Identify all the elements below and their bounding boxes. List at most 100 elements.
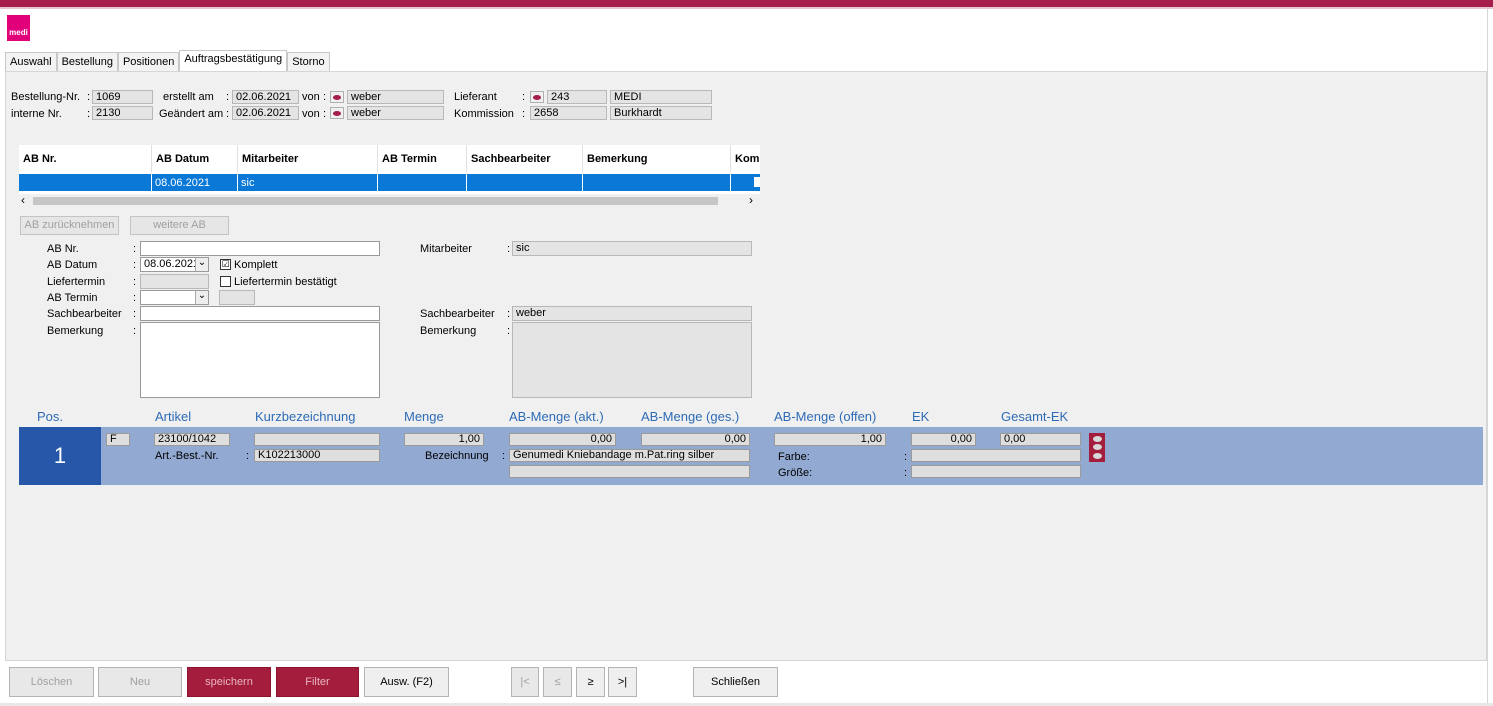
tab-bar: Auswahl Bestellung Positionen Auftragsbe… — [5, 50, 330, 71]
colon: : — [507, 243, 511, 255]
colon: : — [502, 450, 506, 462]
loeschen-button[interactable]: Löschen — [9, 667, 94, 697]
speichern-button[interactable]: speichern — [187, 667, 271, 697]
farbe-label: Farbe: — [778, 451, 810, 463]
colon: : — [904, 467, 908, 479]
ab-termin-extra-field — [219, 290, 255, 305]
position-row[interactable] — [19, 427, 1483, 485]
ab-datum-label: AB Datum — [47, 259, 98, 271]
ab-menge-offen-field: 1,00 — [774, 433, 886, 446]
art-best-nr-label: Art.-Best.-Nr. — [155, 450, 219, 462]
interne-nr-label: interne Nr. — [11, 108, 62, 120]
menge-field: 1,00 — [404, 433, 484, 446]
geaendert-von-field: weber — [347, 106, 444, 120]
position-number: 1 — [19, 427, 101, 485]
bestellung-nr-field: 1069 — [92, 90, 153, 104]
scrollbar-thumb[interactable] — [33, 197, 718, 205]
komplett-checkbox[interactable]: ☑ — [220, 259, 231, 270]
scroll-right-icon[interactable]: › — [749, 193, 753, 207]
tab-storno[interactable]: Storno — [287, 52, 330, 71]
column-header-sachbearbeiter[interactable]: Sachbearbeiter — [467, 145, 583, 172]
sachbearbeiter-right-label: Sachbearbeiter — [420, 308, 495, 320]
filter-button[interactable]: Filter — [276, 667, 359, 697]
sachbearbeiter-input[interactable] — [140, 306, 380, 321]
ab-grid: AB Nr. AB Datum Mitarbeiter AB Termin Sa… — [19, 145, 760, 208]
kurzbezeichnung-header: Kurzbezeichnung — [255, 409, 356, 424]
menge-header: Menge — [404, 409, 444, 424]
colon: : — [226, 108, 230, 120]
ab-menge-ges-field: 0,00 — [641, 433, 750, 446]
cell-ab-termin[interactable] — [378, 174, 467, 191]
lieferant-lookup-eye-icon[interactable] — [530, 91, 544, 103]
cell-bemerkung[interactable] — [583, 174, 731, 191]
window-top-bar-shade — [0, 7, 1493, 9]
weitere-ab-button[interactable]: weitere AB — [130, 216, 229, 235]
cell-komplett-checkbox[interactable] — [754, 177, 760, 187]
bemerkung-label: Bemerkung — [47, 325, 104, 337]
cell-ab-nr[interactable] — [19, 174, 152, 191]
colon: : — [133, 308, 137, 320]
lieferant-name-field: MEDI — [610, 90, 712, 104]
colon: : — [507, 308, 511, 320]
cell-ab-datum[interactable]: 08.06.2021 — [152, 174, 238, 191]
tab-positionen[interactable]: Positionen — [117, 52, 180, 71]
last-record-button[interactable]: >| — [608, 667, 637, 697]
neu-button[interactable]: Neu — [98, 667, 182, 697]
ab-menge-akt-header: AB-Menge (akt.) — [509, 409, 604, 424]
mitarbeiter-field: sic — [512, 241, 752, 256]
colon: : — [522, 91, 526, 103]
erstellt-am-label: erstellt am — [163, 91, 214, 103]
tab-bestellung[interactable]: Bestellung — [56, 52, 118, 71]
kommission-name-field: Burkhardt — [610, 106, 712, 120]
auswahl-button[interactable]: Ausw. (F2) — [364, 667, 449, 697]
ab-nr-input[interactable] — [140, 241, 380, 256]
erstellt-von-field: weber — [347, 90, 444, 104]
erstellt-am-field: 02.06.2021 — [232, 90, 299, 104]
traffic-light-icon[interactable] — [1089, 433, 1105, 462]
kommission-nr-field: 2658 — [530, 106, 607, 120]
bemerkung-textarea[interactable] — [140, 322, 380, 398]
sachbearbeiter-label: Sachbearbeiter — [47, 308, 122, 320]
chevron-down-icon[interactable]: ⌄ — [195, 258, 208, 271]
colon: : — [133, 292, 137, 304]
ab-menge-ges-header: AB-Menge (ges.) — [641, 409, 740, 424]
lookup-eye-icon[interactable] — [330, 107, 344, 119]
schliessen-button[interactable]: Schließen — [693, 667, 778, 697]
groesse-field — [911, 465, 1081, 478]
medi-logo: medi — [7, 15, 30, 41]
first-record-button[interactable]: |< — [511, 667, 539, 697]
colon: : — [522, 108, 526, 120]
liefertermin-bestaetigt-label: Liefertermin bestätigt — [234, 276, 337, 288]
next-record-button[interactable]: ≥ — [576, 667, 605, 697]
horizontal-scrollbar[interactable]: ‹ › — [19, 193, 760, 208]
column-header-mitarbeiter[interactable]: Mitarbeiter — [238, 145, 378, 172]
bemerkung-right-label: Bemerkung — [420, 325, 477, 337]
artikel-header: Artikel — [155, 409, 192, 424]
von-label: von — [302, 108, 320, 120]
window-right-edge — [1487, 9, 1493, 706]
liefertermin-bestaetigt-checkbox[interactable] — [220, 276, 231, 287]
column-header-ab-nr[interactable]: AB Nr. — [19, 145, 152, 172]
scroll-left-icon[interactable]: ‹ — [21, 193, 25, 207]
column-header-komplett[interactable]: Komp — [731, 145, 760, 172]
gesamt-ek-field: 0,00 — [1000, 433, 1081, 446]
colon: : — [904, 451, 908, 463]
colon: : — [133, 243, 137, 255]
lieferant-label: Lieferant — [454, 91, 497, 103]
colon: : — [323, 108, 327, 120]
column-header-ab-datum[interactable]: AB Datum — [152, 145, 238, 172]
bestellung-nr-label: Bestellung-Nr. — [11, 91, 81, 103]
cell-sachbearbeiter[interactable] — [467, 174, 583, 191]
tab-auftragsbestaetigung[interactable]: Auftragsbestätigung — [179, 50, 288, 71]
lookup-eye-icon[interactable] — [330, 91, 344, 103]
chevron-down-icon[interactable]: ⌄ — [195, 291, 208, 304]
column-header-bemerkung[interactable]: Bemerkung — [583, 145, 731, 172]
previous-record-button[interactable]: ≤ — [543, 667, 572, 697]
von-label: von — [302, 91, 320, 103]
tab-auswahl[interactable]: Auswahl — [5, 52, 57, 71]
cell-mitarbeiter[interactable]: sic — [238, 174, 378, 191]
ab-zuruecknehmen-button[interactable]: AB zurücknehmen — [20, 216, 119, 235]
ab-menge-akt-field: 0,00 — [509, 433, 616, 446]
bemerkung-right-field — [512, 322, 752, 398]
column-header-ab-termin[interactable]: AB Termin — [378, 145, 467, 172]
